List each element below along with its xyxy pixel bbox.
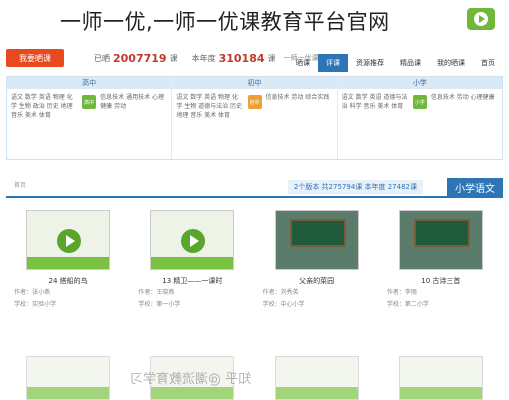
level-title: 小学 (337, 77, 502, 89)
lesson-thumbnail[interactable] (274, 356, 359, 400)
lesson-card[interactable]: 父亲的菜园 作者：刘秀英 学校：中心小学 (263, 210, 371, 310)
lesson-school: 学校：实验小学 (14, 301, 57, 308)
page: 一师一优,一师一优课教育平台官网 我要晒课 已晒 2007719 课 本年度 3… (0, 0, 509, 400)
lesson-author: 作者：刘秀英 (262, 289, 299, 296)
lesson-card[interactable]: 13 精卫——一课时 作者：王晓燕 学校：第一小学 (138, 210, 246, 310)
lesson-card[interactable]: 24 搭船的鸟 作者：张小燕 学校：实验小学 (14, 210, 122, 310)
level-badge[interactable]: 初中 (247, 95, 262, 109)
level-primary: 小学 语文 数学 英语 道德与法治 科学 音乐 美术 体育 小学 信息技术 劳动… (337, 77, 502, 159)
lesson-grid-row-2 (6, 356, 503, 400)
subject-list-extra[interactable]: 信息技术 劳动 综合实践 (266, 93, 333, 120)
subject-list-extra[interactable]: 信息技术 通用技术 心理健康 劳动 (100, 93, 167, 120)
lesson-grid: 24 搭船的鸟 作者：张小燕 学校：实验小学 13 精卫——一课时 作者：王晓燕… (6, 210, 503, 310)
nav-tab-3[interactable]: 精品课 (392, 54, 429, 72)
lesson-thumbnail[interactable] (398, 356, 483, 400)
level-high: 高中 语文 数学 英语 物理 化学 生物 政治 历史 地理 音乐 美术 体育 高… (7, 77, 173, 159)
level-title: 高中 (7, 77, 172, 89)
lesson-title[interactable]: 父亲的菜园 (263, 276, 371, 286)
play-icon (57, 229, 82, 253)
lesson-card[interactable]: 10 古诗三首 作者：李丽 学校：第二小学 (387, 210, 495, 310)
lesson-school: 学校：中心小学 (262, 301, 305, 308)
classroom-photo (413, 219, 470, 247)
lesson-school: 学校：第二小学 (386, 301, 429, 308)
subject-list[interactable]: 语文 数学 英语 物理 化学 生物 政治 历史 地理 音乐 美术 体育 (11, 93, 78, 120)
level-title: 初中 (172, 77, 337, 89)
nav-tab-0[interactable]: 晒课 (288, 54, 318, 72)
nav-tab-5[interactable]: 首页 (473, 54, 503, 72)
lesson-thumbnail[interactable] (26, 356, 111, 400)
level-panel: 高中 语文 数学 英语 物理 化学 生物 政治 历史 地理 音乐 美术 体育 高… (6, 76, 503, 160)
subject-list-extra[interactable]: 信息技术 劳动 心理健康 (431, 93, 498, 111)
lesson-school: 学校：第一小学 (138, 301, 181, 308)
level-badge[interactable]: 小学 (412, 95, 427, 109)
breadcrumb[interactable]: 首页 (14, 180, 26, 189)
nav-tab-1[interactable]: 评课 (318, 54, 348, 72)
nav-tab-4[interactable]: 我的晒课 (429, 54, 473, 72)
lesson-thumbnail[interactable] (26, 210, 111, 270)
lesson-title[interactable]: 13 精卫——一课时 (138, 276, 246, 286)
lesson-author: 作者：张小燕 (14, 289, 51, 296)
nav-tab-2[interactable]: 资源推荐 (348, 54, 392, 72)
level-badge[interactable]: 高中 (82, 95, 97, 109)
play-icon (181, 229, 206, 253)
lesson-title[interactable]: 24 搭船的鸟 (14, 276, 122, 286)
page-caption: 一师一优,一师一优课教育平台官网 (60, 10, 390, 34)
lesson-author: 作者：王晓燕 (138, 289, 175, 296)
watermark: 知乎 @潮流教育学习 (130, 372, 252, 387)
lesson-thumbnail[interactable] (274, 210, 359, 270)
level-middle: 初中 语文 数学 英语 物理 化学 生物 道德与法治 历史 地理 音乐 美术 体… (172, 77, 338, 159)
lesson-thumbnail[interactable] (150, 210, 235, 270)
lesson-author: 作者：李丽 (386, 289, 417, 296)
brand-logo-icon (467, 8, 495, 30)
lesson-title[interactable]: 10 古诗三首 (387, 276, 495, 286)
classroom-photo (289, 219, 346, 247)
section-title[interactable]: 小学语文 (447, 178, 503, 196)
section-info: 2个版本 共275794课 本年度 27482课 (287, 180, 423, 194)
lesson-thumbnail[interactable] (398, 210, 483, 270)
main-nav: 晒课 评课 资源推荐 精品课 我的晒课 首页 (6, 54, 503, 72)
section-header: 2个版本 共275794课 本年度 27482课 小学语文 (6, 178, 503, 198)
subject-list[interactable]: 语文 数学 英语 物理 化学 生物 道德与法治 历史 地理 音乐 美术 体育 (176, 93, 243, 120)
subject-list[interactable]: 语文 数学 英语 道德与法治 科学 音乐 美术 体育 (342, 93, 409, 111)
